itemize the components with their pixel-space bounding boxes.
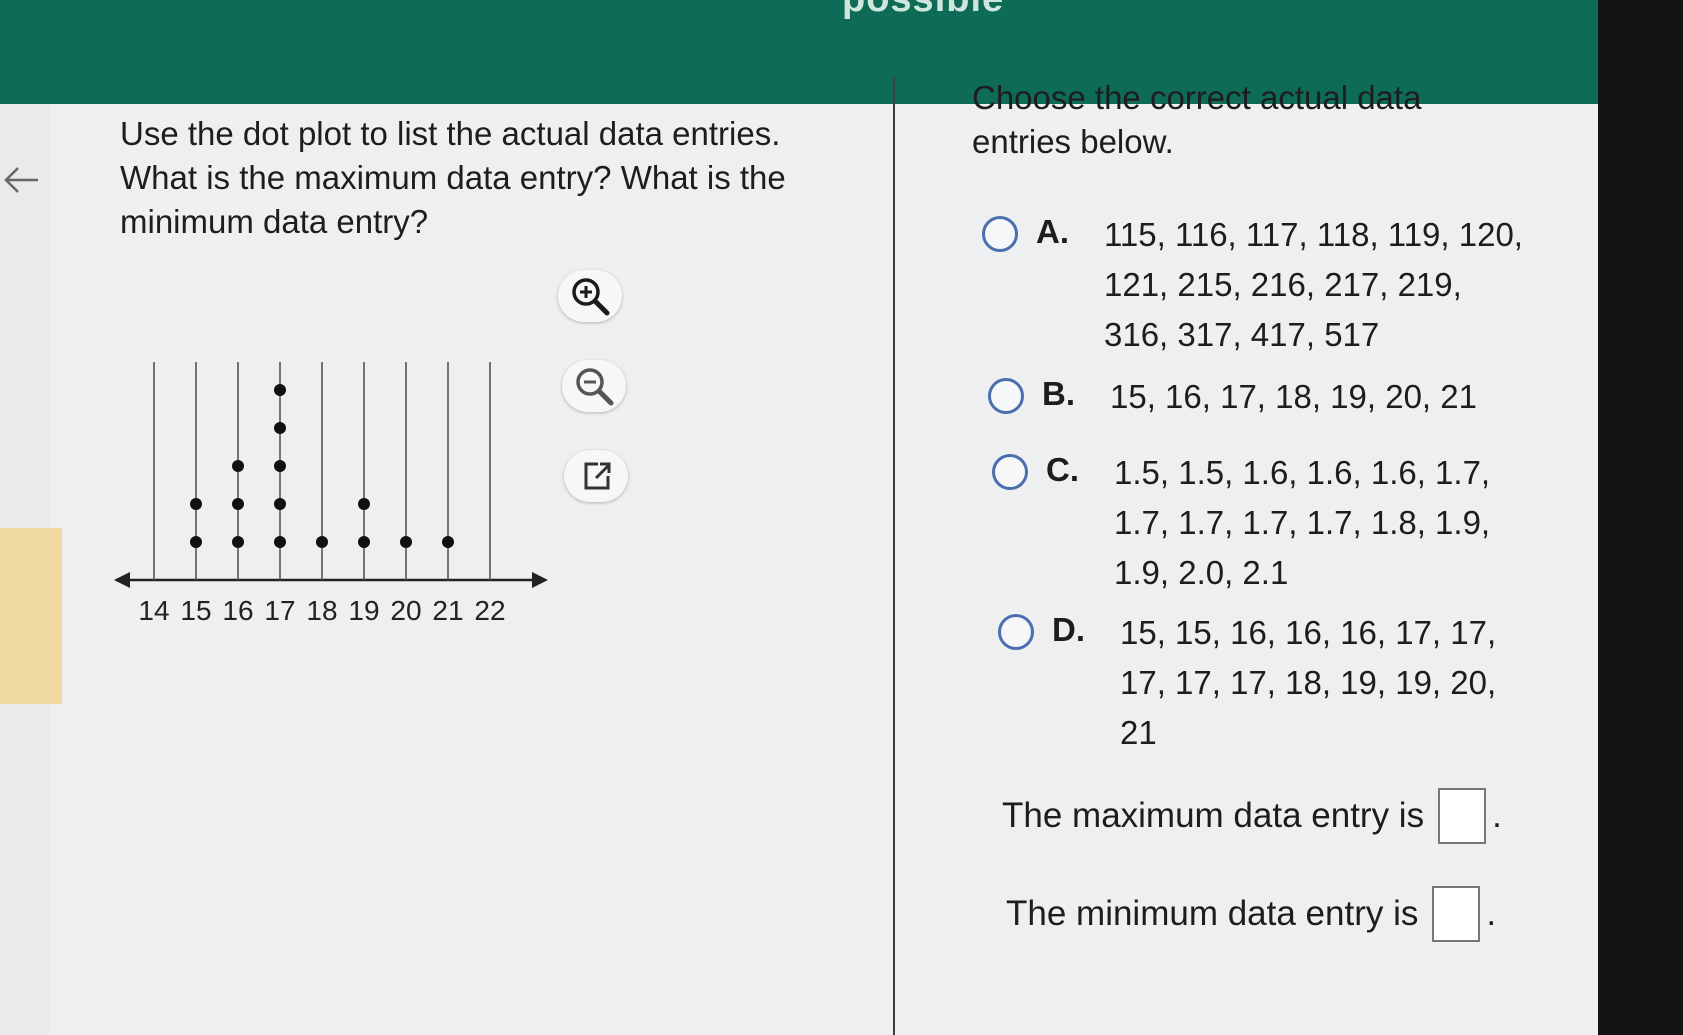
header-partial-text: possible — [842, 0, 1004, 21]
dot-16-1 — [232, 536, 244, 548]
dot-plot: 14 15 16 17 18 19 20 21 22 — [114, 362, 548, 626]
dot-15-2 — [190, 498, 202, 510]
dot-20-1 — [400, 536, 412, 548]
tick-label-21: 21 — [432, 595, 463, 626]
question-text: Use the dot plot to list the actual data… — [120, 115, 786, 240]
option-c-letter: C. — [1046, 451, 1079, 488]
right-title: Choose the correct actual data entries b… — [972, 79, 1422, 160]
option-d-text: 15, 15, 16, 16, 16, 17, 17, 17, 17, 17, … — [1120, 614, 1497, 751]
tick-label-20: 20 — [390, 595, 421, 626]
max-period: . — [1492, 796, 1502, 835]
dot-15-1 — [190, 536, 202, 548]
tick-label-22: 22 — [474, 595, 505, 626]
axis-left-arrow — [114, 572, 130, 588]
max-answer-row: The maximum data entry is . — [1002, 788, 1502, 844]
max-answer-box[interactable] — [1438, 788, 1487, 844]
tick-label-19: 19 — [348, 595, 379, 626]
dot-19-1 — [358, 536, 370, 548]
tick-label-15: 15 — [180, 595, 211, 626]
option-d[interactable]: D. 15, 15, 16, 16, 16, 17, 17, 17, 17, 1… — [998, 608, 1540, 758]
tick-label-14: 14 — [138, 595, 169, 626]
external-link-icon — [584, 462, 611, 490]
dot-21-1 — [442, 536, 454, 548]
dot-17-3 — [274, 460, 286, 472]
zoom-out-button[interactable] — [562, 360, 626, 412]
side-highlight — [0, 528, 62, 704]
tick-label-16: 16 — [222, 595, 253, 626]
dot-17-4 — [274, 422, 286, 434]
screen-bezel — [1598, 0, 1683, 1035]
option-a-text: 115, 116, 117, 118, 119, 120, 121, 215, … — [1104, 216, 1523, 353]
dot-17-5 — [274, 384, 286, 396]
dot-17-2 — [274, 498, 286, 510]
min-period: . — [1486, 894, 1497, 933]
min-answer-row: The minimum data entry is . — [1006, 886, 1496, 942]
option-b-letter: B. — [1042, 375, 1075, 412]
max-label: The maximum data entry is — [1002, 796, 1425, 835]
tick-label-18: 18 — [306, 595, 337, 626]
option-a-letter: A. — [1036, 213, 1069, 250]
axis-right-arrow — [532, 572, 548, 588]
dot-16-2 — [232, 498, 244, 510]
option-b[interactable]: B. 15, 16, 17, 18, 19, 20, 21 — [988, 372, 1530, 422]
radio-c[interactable] — [992, 454, 1028, 490]
zoom-in-icon — [572, 278, 610, 316]
option-d-letter: D. — [1052, 611, 1085, 648]
zoom-in-button[interactable] — [558, 270, 622, 322]
option-b-text: 15, 16, 17, 18, 19, 20, 21 — [1110, 378, 1477, 415]
panel-divider — [893, 78, 895, 1035]
min-answer-box[interactable] — [1432, 886, 1481, 942]
option-c[interactable]: C. 1.5, 1.5, 1.6, 1.6, 1.6, 1.7, 1.7, 1.… — [992, 448, 1534, 598]
zoom-out-icon — [576, 368, 614, 406]
tick-label-17: 17 — [264, 595, 295, 626]
dot-16-3 — [232, 460, 244, 472]
dot-18-1 — [316, 536, 328, 548]
popout-button[interactable] — [564, 450, 628, 502]
dot-17-1 — [274, 536, 286, 548]
radio-a[interactable] — [982, 216, 1018, 252]
back-arrow-icon[interactable] — [2, 160, 42, 200]
option-a[interactable]: A. 115, 116, 117, 118, 119, 120, 121, 21… — [982, 210, 1524, 360]
min-label: The minimum data entry is — [1006, 894, 1419, 933]
dot-19-2 — [358, 498, 370, 510]
option-c-text: 1.5, 1.5, 1.6, 1.6, 1.6, 1.7, 1.7, 1.7, … — [1114, 454, 1491, 591]
radio-b[interactable] — [988, 378, 1024, 414]
radio-d[interactable] — [998, 614, 1034, 650]
